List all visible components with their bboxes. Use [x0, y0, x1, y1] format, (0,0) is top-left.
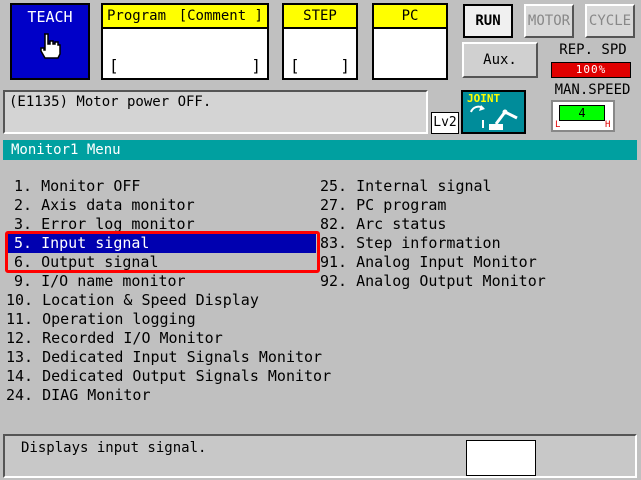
menu-item-analog-output-monitor[interactable]: 92. Analog Output Monitor	[320, 272, 546, 291]
menu-title-bar: Monitor1 Menu	[3, 140, 637, 160]
menu-item-location-speed-display[interactable]: 10. Location & Speed Display	[6, 291, 259, 310]
pc-label: PC	[401, 8, 419, 24]
program-open-bracket: [	[109, 56, 119, 75]
man-speed-low-label: L	[555, 120, 561, 130]
step-open-bracket: [	[290, 56, 300, 75]
run-button[interactable]: RUN	[463, 4, 513, 38]
menu-item-io-name-monitor[interactable]: 9. I/O name monitor	[14, 272, 186, 291]
step-close-bracket: ]	[340, 56, 350, 75]
menu-item-arc-status[interactable]: 82. Arc status	[320, 215, 446, 234]
menu-item-operation-logging[interactable]: 11. Operation logging	[6, 310, 196, 329]
comment-label: [Comment ]	[178, 8, 263, 24]
highlight-frame	[5, 231, 320, 273]
teach-label: TEACH	[27, 8, 73, 26]
menu-item-dedicated-input-signals-monitor[interactable]: 13. Dedicated Input Signals Monitor	[6, 348, 322, 367]
menu-item-dedicated-output-signals-monitor[interactable]: 14. Dedicated Output Signals Monitor	[6, 367, 331, 386]
rep-speed-value[interactable]: 100%	[551, 62, 631, 78]
man-speed-value: 4	[559, 105, 605, 121]
menu-item-axis-data-monitor[interactable]: 2. Axis data monitor	[14, 196, 195, 215]
message-bar: (E1135) Motor power OFF.	[3, 90, 428, 134]
aux-button[interactable]: Aux.	[462, 42, 538, 78]
program-panel[interactable]: Program [Comment ] [ ]	[101, 3, 269, 80]
menu-item-monitor-off[interactable]: 1. Monitor OFF	[14, 177, 140, 196]
menu-item-internal-signal[interactable]: 25. Internal signal	[320, 177, 492, 196]
motor-button[interactable]: MOTOR	[524, 4, 574, 38]
menu-item-recorded-io-monitor[interactable]: 12. Recorded I/O Monitor	[6, 329, 223, 348]
menu-item-analog-input-monitor[interactable]: 91. Analog Input Monitor	[320, 253, 537, 272]
error-message: (E1135) Motor power OFF.	[9, 94, 212, 110]
program-close-bracket: ]	[251, 56, 261, 75]
menu-title: Monitor1 Menu	[11, 142, 121, 158]
menu-item-pc-program[interactable]: 27. PC program	[320, 196, 446, 215]
step-header: STEP	[282, 3, 358, 29]
status-bar: Displays input signal.	[3, 434, 637, 478]
program-label: Program	[107, 8, 167, 24]
status-input-box[interactable]	[466, 440, 536, 476]
menu-item-step-information[interactable]: 83. Step information	[320, 234, 501, 253]
status-text: Displays input signal.	[21, 440, 207, 456]
pc-panel[interactable]: PC	[372, 3, 448, 80]
step-label: STEP	[303, 8, 337, 24]
man-speed-label: MAN.SPEED	[554, 82, 631, 98]
cycle-button[interactable]: CYCLE	[585, 4, 635, 38]
user-level-indicator[interactable]: Lv2	[431, 112, 459, 134]
teach-mode-button[interactable]: TEACH	[10, 3, 90, 80]
pc-header: PC	[372, 3, 448, 29]
menu-item-diag-monitor[interactable]: 24. DIAG Monitor	[6, 386, 151, 405]
program-header: Program [Comment ]	[101, 3, 269, 29]
man-speed-gauge[interactable]: 4 L H	[551, 100, 615, 132]
joint-mode-button[interactable]: JOINT	[461, 90, 526, 134]
man-speed-high-label: H	[605, 120, 611, 130]
step-panel[interactable]: STEP [ ]	[282, 3, 358, 80]
hand-pointer-icon	[40, 33, 61, 59]
robot-arm-icon	[470, 105, 518, 130]
rep-speed-label: REP. SPD	[559, 42, 627, 58]
